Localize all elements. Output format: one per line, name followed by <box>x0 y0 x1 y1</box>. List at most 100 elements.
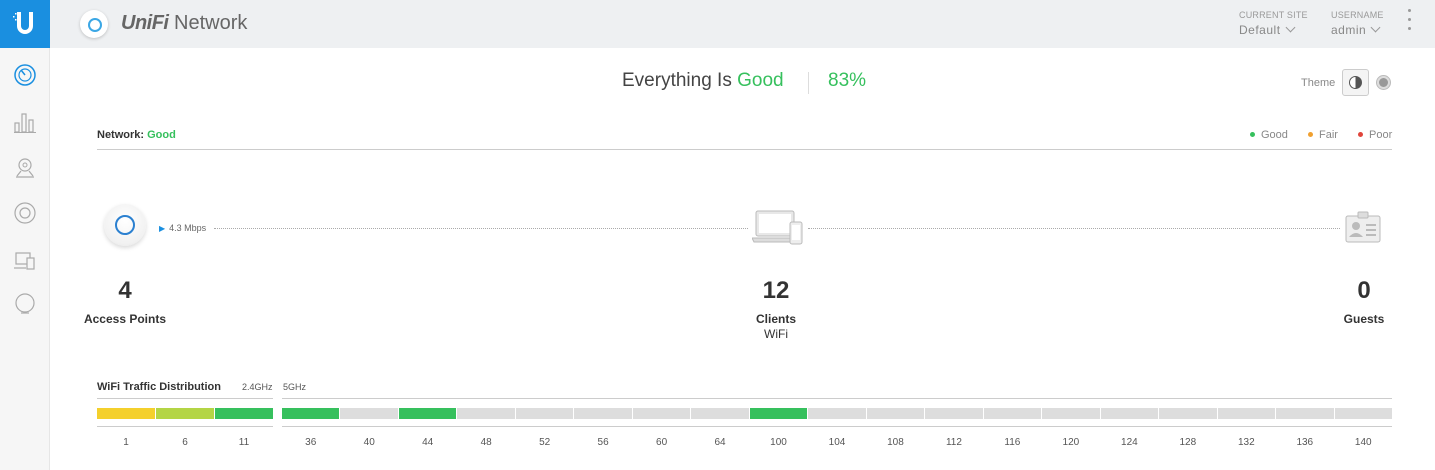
theme-toggle-button[interactable] <box>1342 69 1369 96</box>
channel-bar-40[interactable] <box>340 408 398 419</box>
channel-bar-52[interactable] <box>515 408 574 419</box>
legend-fair-label: Fair <box>1319 129 1338 141</box>
username-label: USERNAME <box>1331 10 1384 20</box>
channel-label-40: 40 <box>363 437 375 448</box>
channel-label-44: 44 <box>422 437 434 448</box>
clients-count[interactable]: 12 <box>736 277 816 305</box>
network-state: Good <box>147 129 176 141</box>
overall-status: Everything Is Good <box>622 70 784 92</box>
channel-label-64: 64 <box>714 437 726 448</box>
sidebar-item-dashboard[interactable] <box>12 62 38 88</box>
sidebar-item-clients[interactable] <box>12 248 38 274</box>
good-dot-icon <box>1250 132 1255 137</box>
username-selector[interactable]: USERNAME admin <box>1331 10 1384 37</box>
sidebar-item-insights[interactable] <box>12 291 38 317</box>
channel-bar-104[interactable] <box>808 408 866 419</box>
ubiquiti-logo-icon <box>13 12 33 34</box>
channel-label-56: 56 <box>597 437 609 448</box>
channel-label-48: 48 <box>480 437 492 448</box>
app-title: UniFi Network <box>121 12 247 35</box>
chevron-down-icon <box>1370 22 1381 33</box>
clients-sub-label: WiFi <box>764 327 788 341</box>
legend-poor-label: Poor <box>1369 129 1393 141</box>
channel-label-108: 108 <box>887 437 904 448</box>
status-percent: 83% <box>828 70 867 91</box>
connector-line <box>214 228 748 229</box>
contrast-icon <box>1349 76 1362 89</box>
play-arrow-icon: ▶ <box>159 224 166 233</box>
channel-bar-48[interactable] <box>457 408 515 419</box>
sidebar <box>0 0 50 470</box>
brand-suffix: Network <box>168 12 248 34</box>
band-5-label: 5GHz <box>283 382 307 392</box>
band-5-axis <box>282 426 1392 427</box>
current-site-selector[interactable]: CURRENT SITE Default <box>1239 10 1308 37</box>
throughput-value: 4.3 Mbps <box>169 223 207 233</box>
channel-label-140: 140 <box>1354 437 1372 448</box>
channel-bar-11[interactable] <box>215 408 273 419</box>
clients-icon <box>14 252 35 270</box>
channel-bar-116[interactable] <box>983 408 1042 419</box>
sidebar-item-statistics[interactable] <box>12 109 38 135</box>
dashboard-icon <box>14 64 36 86</box>
legend-good: Good <box>1250 129 1288 141</box>
access-point-icon[interactable] <box>104 204 146 246</box>
channel-label-112: 112 <box>945 437 962 448</box>
channel-label-136: 136 <box>1296 437 1314 448</box>
poor-dot-icon <box>1358 132 1363 137</box>
laptop-icon[interactable] <box>752 208 804 248</box>
status-divider <box>808 72 809 94</box>
channel-label-120: 120 <box>1062 437 1080 448</box>
channel-label-6: 6 <box>182 437 188 448</box>
guest-badge-icon[interactable] <box>1343 208 1383 248</box>
channel-bar-36[interactable] <box>282 408 340 419</box>
sidebar-item-map[interactable] <box>12 155 38 181</box>
channel-bar-6[interactable] <box>156 408 214 419</box>
channel-bar-108[interactable] <box>866 408 925 419</box>
status-state: Good <box>737 70 784 91</box>
sidebar-item-devices[interactable] <box>12 200 38 226</box>
legend-good-label: Good <box>1261 129 1288 141</box>
channel-bar-44[interactable] <box>398 408 457 419</box>
channel-bar-64[interactable] <box>691 408 749 419</box>
guests-label: Guests <box>1343 312 1385 326</box>
guests-count[interactable]: 0 <box>1324 277 1404 305</box>
channel-label-132: 132 <box>1237 437 1255 448</box>
status-prefix: Everything Is <box>622 70 738 91</box>
channel-label-104: 104 <box>828 437 846 448</box>
access-points-count[interactable]: 4 <box>85 277 165 305</box>
ubiquiti-logo[interactable] <box>0 0 50 48</box>
channel-bar-1[interactable] <box>97 408 155 419</box>
statistics-icon <box>14 113 36 133</box>
theme-dark-button[interactable] <box>1377 76 1390 89</box>
current-site-label: CURRENT SITE <box>1239 10 1308 20</box>
connector-line <box>808 228 1340 229</box>
more-menu-icon[interactable] <box>1408 9 1412 36</box>
wifi-traffic-title: WiFi Traffic Distribution <box>97 381 221 393</box>
channel-bar-112[interactable] <box>925 408 983 419</box>
devices-icon <box>14 202 36 224</box>
channel-bar-128[interactable] <box>1159 408 1217 419</box>
channel-bar-140[interactable] <box>1334 408 1392 419</box>
band-24-axis <box>97 426 273 427</box>
username-value: admin <box>1331 23 1367 37</box>
channel-bar-60[interactable] <box>632 408 691 419</box>
legend-fair: Fair <box>1308 129 1338 141</box>
top-header: UniFi Network CURRENT SITE Default USERN… <box>50 0 1435 48</box>
channel-bar-56[interactable] <box>574 408 632 419</box>
channel-bar-132[interactable] <box>1217 408 1276 419</box>
channel-bar-136[interactable] <box>1276 408 1334 419</box>
channel-bar-100[interactable] <box>749 408 808 419</box>
chevron-down-icon <box>1285 22 1295 33</box>
channel-bar-124[interactable] <box>1100 408 1159 419</box>
channel-label-128: 128 <box>1179 437 1197 448</box>
channel-bar-120[interactable] <box>1042 408 1100 419</box>
channel-label-60: 60 <box>656 437 668 448</box>
clients-label: Clients <box>755 312 796 326</box>
unifi-network-icon <box>80 10 108 38</box>
theme-label: Theme <box>1301 77 1336 89</box>
channel-label-116: 116 <box>1004 437 1021 448</box>
channel-label-11: 11 <box>238 437 250 448</box>
channel-label-100: 100 <box>770 437 787 448</box>
channel-label-52: 52 <box>539 437 551 448</box>
